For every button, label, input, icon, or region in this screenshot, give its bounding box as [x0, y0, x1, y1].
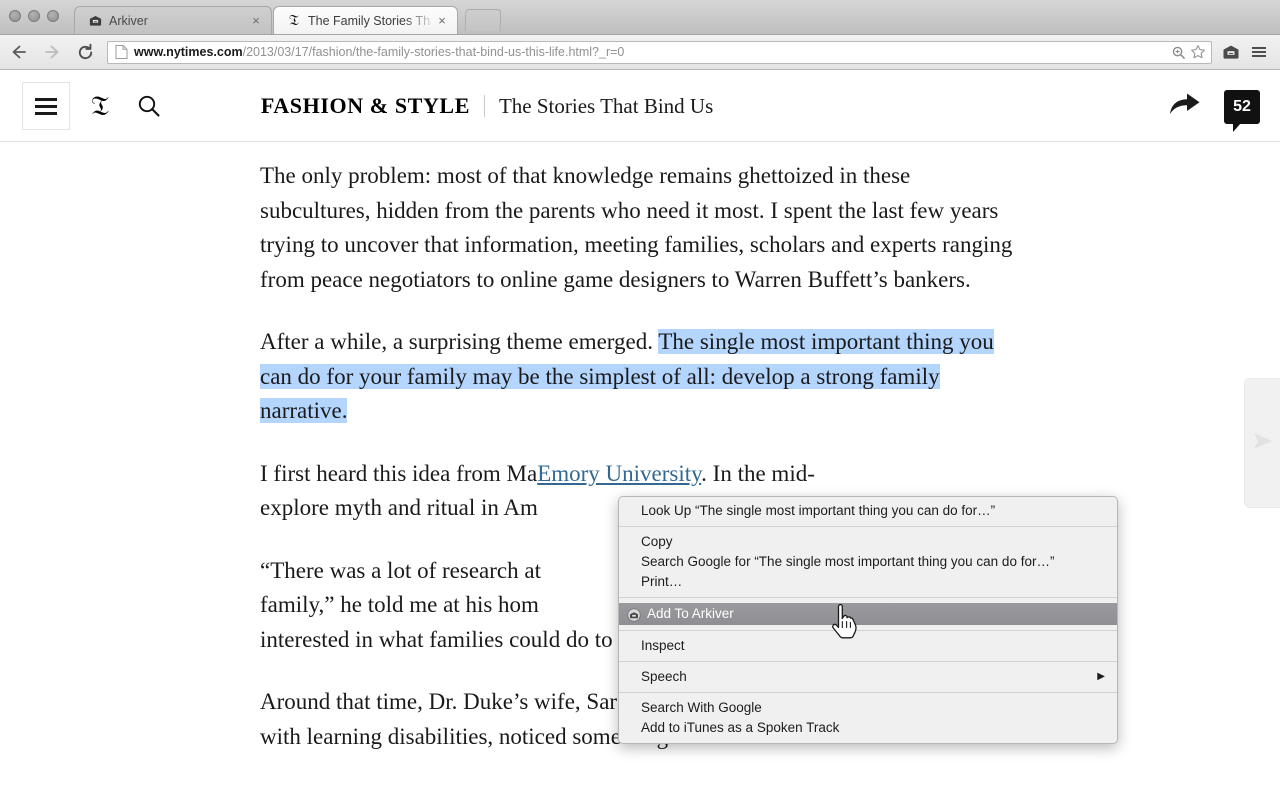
menu-separator — [619, 692, 1117, 693]
context-menu: Look Up “The single most important thing… — [618, 496, 1118, 744]
menu-item-print[interactable]: Print… — [619, 572, 1117, 592]
menu-item-inspect[interactable]: Inspect — [619, 636, 1117, 656]
masthead-actions: 52 — [1168, 71, 1260, 142]
tab-close-icon[interactable]: × — [435, 14, 449, 28]
back-button-icon[interactable] — [5, 38, 33, 66]
tab-title: Arkiver — [109, 13, 245, 29]
menu-item-add-to-itunes[interactable]: Add to iTunes as a Spoken Track — [619, 718, 1117, 738]
next-article-flap[interactable] — [1244, 378, 1280, 508]
paragraph-lead-text: After a while, a surprising theme emerge… — [260, 329, 658, 354]
arkiver-icon — [627, 607, 641, 621]
address-bar-url: www.nytimes.com/2013/03/17/fashion/the-f… — [134, 44, 1167, 60]
menu-item-copy[interactable]: Copy — [619, 532, 1117, 552]
header-divider — [484, 95, 485, 117]
article-paragraph: The only problem: most of that knowledge… — [260, 159, 1020, 297]
quote-line-1: “There was a lot of research at — [260, 558, 541, 583]
page-viewport: 𝔗 FASHION & STYLE The Stories That Bind … — [0, 71, 1280, 800]
hamburger-line — [35, 112, 57, 115]
nytimes-logo-icon[interactable]: 𝔗 — [91, 93, 109, 120]
reload-button-icon[interactable] — [71, 38, 99, 66]
play-arrow-icon — [1250, 429, 1276, 458]
comment-count-badge[interactable]: 52 — [1224, 90, 1260, 124]
section-kicker[interactable]: FASHION & STYLE — [261, 93, 470, 119]
menu-separator — [619, 661, 1117, 662]
menu-item-speech[interactable]: Speech ▶ — [619, 667, 1117, 687]
quote-line-2: family,” he told me at his hom — [260, 592, 539, 617]
menu-item-look-up[interactable]: Look Up “The single most important thing… — [619, 501, 1117, 521]
window-traffic-lights — [9, 10, 59, 22]
menu-item-search-with-google[interactable]: Search With Google — [619, 698, 1117, 718]
tab-arkiver[interactable]: Arkiver × — [74, 6, 272, 34]
tab-strip: Arkiver × 𝔗 The Family Stories That Bin … — [0, 0, 1280, 35]
menu-separator — [619, 630, 1117, 631]
window-zoom-button[interactable] — [47, 10, 59, 22]
paragraph-tail-text: explore myth and ritual in Am — [260, 495, 538, 520]
hamburger-line — [35, 105, 57, 108]
hamburger-line — [35, 98, 57, 101]
menu-separator — [619, 597, 1117, 598]
paragraph-after-link: . In the mid- — [701, 461, 815, 486]
tab-title: The Family Stories That Bin — [308, 13, 431, 29]
browser-toolbar: www.nytimes.com/2013/03/17/fashion/the-f… — [0, 35, 1280, 70]
extension-arkiver-icon[interactable] — [1218, 39, 1244, 65]
article-kicker: The Stories That Bind Us — [499, 94, 713, 119]
share-icon[interactable] — [1168, 90, 1202, 123]
comment-count-label: 52 — [1233, 98, 1251, 116]
menu-item-label: Add To Arkiver — [647, 603, 734, 625]
zoom-in-icon[interactable] — [1169, 43, 1187, 61]
new-tab-button[interactable] — [465, 9, 502, 31]
arkiver-favicon-icon — [87, 13, 103, 29]
browser-window: Arkiver × 𝔗 The Family Stories That Bin … — [0, 0, 1280, 800]
chrome-menu-icon[interactable] — [1246, 39, 1272, 65]
menu-separator — [619, 526, 1117, 527]
address-bar[interactable]: www.nytimes.com/2013/03/17/fashion/the-f… — [107, 41, 1212, 64]
nyt-masthead: 𝔗 FASHION & STYLE The Stories That Bind … — [0, 71, 1280, 142]
paragraph-before-link: I first heard this idea from Ma — [260, 461, 537, 486]
bookmark-star-icon[interactable] — [1189, 43, 1207, 61]
menu-item-add-to-arkiver[interactable]: Add To Arkiver — [619, 603, 1117, 625]
menu-item-label: Speech — [641, 667, 687, 687]
search-icon[interactable] — [136, 93, 162, 119]
article-paragraph-selected: After a while, a surprising theme emerge… — [260, 325, 1020, 429]
nytimes-favicon-icon: 𝔗 — [286, 13, 302, 29]
tab-nytimes[interactable]: 𝔗 The Family Stories That Bin × — [273, 6, 458, 34]
forward-button-icon[interactable] — [38, 38, 66, 66]
page-document-icon — [114, 44, 129, 60]
menu-item-search-google-for[interactable]: Search Google for “The single most impor… — [619, 552, 1117, 572]
chevron-right-icon: ▶ — [1087, 667, 1105, 687]
window-close-button[interactable] — [9, 10, 21, 22]
emory-university-link[interactable]: Emory University — [537, 461, 701, 486]
tab-close-icon[interactable]: × — [249, 14, 263, 28]
sections-menu-button[interactable] — [22, 82, 70, 130]
window-minimize-button[interactable] — [28, 10, 40, 22]
